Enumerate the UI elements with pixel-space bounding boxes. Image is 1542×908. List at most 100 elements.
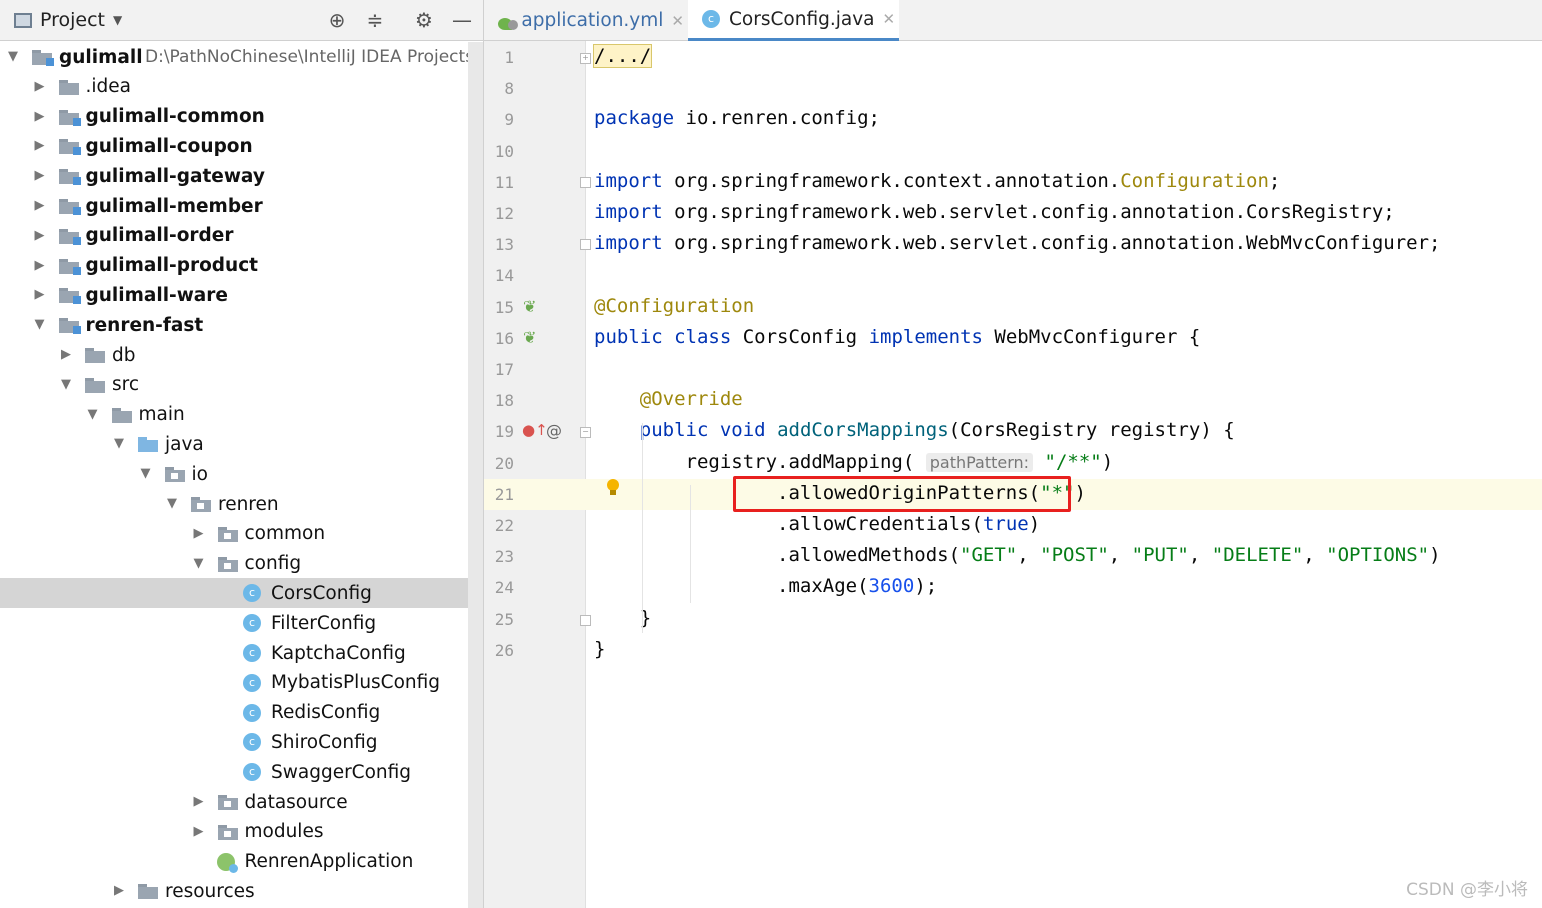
tree-item[interactable]: ▼ renren: [0, 489, 468, 519]
tree-item[interactable]: ▼ main: [0, 400, 468, 430]
tree-item[interactable]: ▶ gulimall-common: [0, 102, 468, 132]
chevron-right-icon[interactable]: ▶: [192, 526, 206, 541]
tree-item[interactable]: ▼ io: [0, 459, 468, 489]
code-line[interactable]: 16 public class CorsConfig implements Web…: [484, 323, 1542, 354]
code-text[interactable]: .allowCredentials(true): [594, 513, 1040, 535]
tree-item[interactable]: ▼ renren-fast: [0, 310, 468, 340]
code-line[interactable]: 12 import org.springframework.web.servlet…: [484, 198, 1542, 229]
tree-item[interactable]: ▶ datasource: [0, 787, 468, 817]
code-line[interactable]: 14: [484, 260, 1542, 291]
fold-icon[interactable]: [580, 615, 591, 626]
close-icon[interactable]: ✕: [882, 10, 895, 28]
chevron-down-icon[interactable]: ▼: [112, 436, 126, 451]
code-line[interactable]: 8: [484, 73, 1542, 104]
tree-item[interactable]: ▶ gulimall-order: [0, 221, 468, 251]
code-text[interactable]: /.../: [592, 44, 653, 68]
override-arrow-icon[interactable]: ●↑: [522, 421, 548, 439]
chevron-down-icon[interactable]: ▼: [33, 317, 47, 332]
fold-icon[interactable]: [580, 177, 591, 188]
locate-icon[interactable]: ⊕: [325, 8, 349, 32]
fold-icon[interactable]: [580, 239, 591, 250]
tree-item[interactable]: ▶ gulimall-gateway: [0, 161, 468, 191]
tree-item[interactable]: ▼ config: [0, 549, 468, 579]
chevron-right-icon[interactable]: ▶: [33, 258, 47, 273]
code-text[interactable]: @Configuration: [594, 295, 754, 317]
code-line[interactable]: 11 import org.springframework.context.ann…: [484, 167, 1542, 198]
fold-icon[interactable]: −: [580, 427, 591, 438]
code-text[interactable]: registry.addMapping( pathPattern: "/**"): [594, 451, 1114, 473]
chevron-right-icon[interactable]: ▶: [59, 347, 73, 362]
tree-item[interactable]: ▶ .idea: [0, 72, 468, 102]
hide-icon[interactable]: —: [450, 8, 474, 32]
chevron-right-icon[interactable]: ▶: [33, 228, 47, 243]
tree-item[interactable]: ▶ modules: [0, 817, 468, 847]
tree-item[interactable]: c ShiroConfig: [0, 727, 468, 757]
chevron-right-icon[interactable]: ▶: [33, 168, 47, 183]
chevron-down-icon[interactable]: ▼: [165, 496, 179, 511]
tree-item[interactable]: ▶ gulimall-product: [0, 251, 468, 281]
code-text[interactable]: import org.springframework.context.annot…: [594, 170, 1280, 192]
code-text[interactable]: .maxAge(3600);: [594, 575, 937, 597]
tree-item[interactable]: c MybatisPlusConfig: [0, 668, 468, 698]
chevron-right-icon[interactable]: ▶: [33, 198, 47, 213]
tree-item-label: common: [244, 523, 326, 545]
tree-scrollbar[interactable]: [468, 42, 483, 908]
tree-item[interactable]: c FilterConfig: [0, 608, 468, 638]
code-line[interactable]: 10: [484, 136, 1542, 167]
project-view-selector[interactable]: Project ▼: [14, 9, 122, 31]
code-text[interactable]: package io.renren.config;: [594, 107, 880, 129]
chevron-down-icon[interactable]: ▼: [192, 556, 206, 571]
tree-item[interactable]: ▶ gulimall-member: [0, 191, 468, 221]
tree-item[interactable]: ▼ src: [0, 370, 468, 400]
code-line[interactable]: 17: [484, 354, 1542, 385]
chevron-right-icon[interactable]: ▶: [33, 138, 47, 153]
tree-item[interactable]: ▶ gulimall-coupon: [0, 131, 468, 161]
tree-item[interactable]: c CorsConfig: [0, 578, 468, 609]
lightbulb-icon[interactable]: [606, 479, 620, 495]
tab-corsconfig-java[interactable]: c CorsConfig.java ✕: [688, 0, 899, 41]
tree-item[interactable]: ▶ gulimall-ware: [0, 280, 468, 310]
tree-item[interactable]: c KaptchaConfig: [0, 638, 468, 668]
chevron-right-icon[interactable]: ▶: [192, 794, 206, 809]
code-text[interactable]: }: [594, 638, 605, 660]
tree-item[interactable]: ▼ gulimall D:\PathNoChinese\IntelliJ IDEA …: [0, 42, 474, 72]
spring-bean-icon[interactable]: ❦: [523, 328, 536, 347]
chevron-right-icon[interactable]: ▶: [33, 79, 47, 94]
close-icon[interactable]: ✕: [671, 12, 684, 30]
tree-item[interactable]: ▶ common: [0, 519, 468, 549]
chevron-right-icon[interactable]: ▶: [33, 287, 47, 302]
code-text[interactable]: public class CorsConfig implements WebMv…: [594, 326, 1200, 348]
at-annotation-icon[interactable]: @: [546, 421, 562, 440]
tree-item[interactable]: ▼ java: [0, 429, 468, 459]
chevron-down-icon[interactable]: ▼: [139, 466, 153, 481]
code-text[interactable]: import org.springframework.web.servlet.c…: [594, 201, 1395, 223]
chevron-down-icon[interactable]: ▼: [86, 407, 100, 422]
chevron-right-icon[interactable]: ▶: [192, 824, 206, 839]
chevron-right-icon[interactable]: ▶: [112, 883, 126, 898]
chevron-down-icon[interactable]: ▼: [59, 377, 73, 392]
code-line[interactable]: 26}: [484, 635, 1542, 666]
tree-item[interactable]: c RedisConfig: [0, 698, 468, 728]
tree-item[interactable]: ▶ db: [0, 340, 468, 370]
line-number: 23: [494, 547, 514, 567]
code-text[interactable]: @Override: [594, 388, 743, 410]
code-token: import: [594, 232, 663, 255]
code-line[interactable]: 13 import org.springframework.web.servlet…: [484, 229, 1542, 260]
code-text[interactable]: import org.springframework.web.servlet.c…: [594, 232, 1441, 254]
tree-item[interactable]: ▶ resources: [0, 876, 468, 906]
tree-item[interactable]: RenrenApplication: [0, 847, 468, 877]
spring-bean-icon[interactable]: ❦: [523, 297, 536, 316]
chevron-right-icon[interactable]: ▶: [33, 109, 47, 124]
code-text[interactable]: public void addCorsMappings(CorsRegistry…: [594, 419, 1235, 441]
code-text[interactable]: .allowedMethods("GET", "POST", "PUT", "D…: [594, 544, 1441, 566]
code-line[interactable]: 9 package io.renren.config;: [484, 104, 1542, 135]
chevron-down-icon[interactable]: ▼: [6, 49, 20, 64]
tab-application-yml[interactable]: application.yml ✕: [494, 0, 684, 41]
code-line[interactable]: 15 @Configuration: [484, 292, 1542, 323]
code-line[interactable]: 1 /.../: [484, 42, 1542, 73]
fold-icon[interactable]: +: [580, 53, 591, 64]
gear-icon[interactable]: ⚙: [412, 8, 436, 32]
code-line[interactable]: 18 @Override: [484, 385, 1542, 416]
collapse-all-icon[interactable]: ≑: [363, 8, 387, 32]
tree-item[interactable]: c SwaggerConfig: [0, 757, 468, 787]
